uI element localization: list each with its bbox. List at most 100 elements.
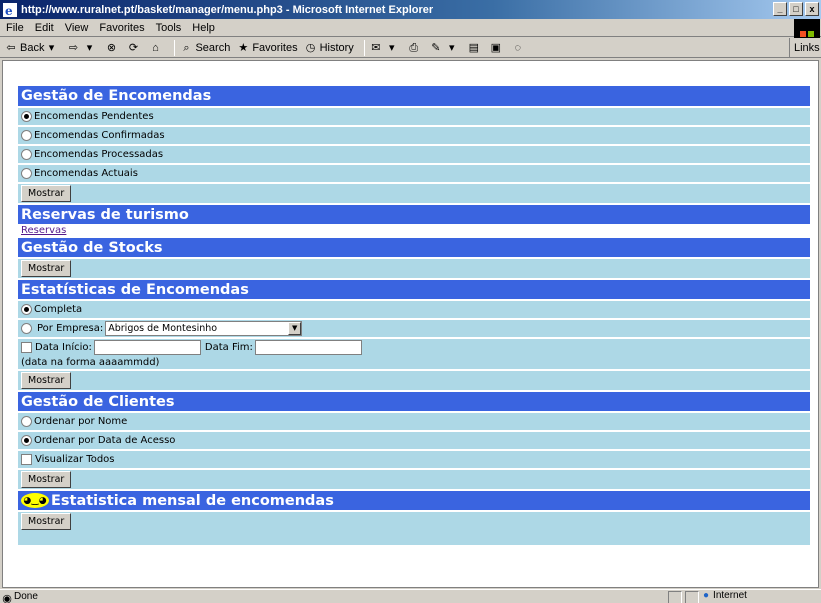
- favorites-label: Favorites: [252, 41, 298, 54]
- mail-button[interactable]: ✉ ▾: [369, 41, 401, 55]
- option-row[interactable]: Ordenar por Data de Acesso: [18, 432, 810, 449]
- history-label: History: [319, 41, 354, 54]
- menu-file[interactable]: File: [6, 22, 24, 34]
- dropdown-arrow-icon[interactable]: ▾: [44, 41, 58, 55]
- note-row: (data na forma aaaammdd): [18, 356, 810, 369]
- messenger-icon: ◌: [514, 41, 522, 54]
- radio-encomendas-confirmadas[interactable]: [21, 130, 32, 141]
- window-title-bar: e http://www.ruralnet.pt/basket/manager/…: [0, 0, 821, 19]
- maximize-button[interactable]: □: [789, 2, 803, 16]
- empresa-select[interactable]: Abrigos de Montesinho ▼: [105, 321, 303, 336]
- button-row: Mostrar: [18, 512, 810, 531]
- link-row: Reservas: [18, 224, 810, 236]
- mostrar-clientes-button[interactable]: Mostrar: [21, 471, 72, 488]
- back-button[interactable]: ⇦ Back ▾: [4, 41, 60, 55]
- mostrar-stocks-button[interactable]: Mostrar: [21, 260, 72, 277]
- section-title: Estatistica mensal de encomendas: [51, 492, 334, 509]
- data-inicio-input[interactable]: [93, 340, 201, 355]
- option-row[interactable]: Encomendas Pendentes: [18, 108, 810, 125]
- section-header-clientes: Gestão de Clientes: [18, 392, 810, 411]
- status-text: Done: [14, 591, 38, 602]
- edit-button[interactable]: ✎ ▾: [429, 41, 461, 55]
- messenger-button[interactable]: ◌: [511, 41, 527, 55]
- window-title: http://www.ruralnet.pt/basket/manager/me…: [21, 3, 434, 16]
- favorites-folder-icon: ★: [238, 41, 249, 54]
- radio-por-empresa[interactable]: [21, 323, 32, 334]
- option-row[interactable]: Por Empresa: Abrigos de Montesinho ▼: [18, 320, 810, 337]
- section-title: Gestão de Stocks: [21, 239, 163, 256]
- option-label: Por Empresa:: [37, 323, 104, 334]
- option-label: Encomendas Processadas: [34, 149, 164, 160]
- section-title: Estatísticas de Encomendas: [21, 281, 249, 298]
- forward-arrow-icon: ⇨: [68, 41, 79, 54]
- search-button[interactable]: ⌕ Search: [179, 41, 230, 55]
- links-label: Links: [794, 42, 820, 54]
- research-button[interactable]: ▣: [489, 41, 505, 55]
- menu-bar: File Edit View Favorites Tools Help: [0, 19, 821, 37]
- option-row[interactable]: Completa: [18, 301, 810, 318]
- radio-completa[interactable]: [21, 304, 32, 315]
- home-button[interactable]: ⌂: [148, 41, 164, 55]
- status-bar: ◉ Done ● Internet: [0, 589, 821, 603]
- section-title: Reservas de turismo: [21, 206, 189, 223]
- svg-text:e: e: [5, 4, 13, 17]
- forward-button[interactable]: ⇨ ▾: [66, 41, 98, 55]
- page-content: Gestão de Encomendas Encomendas Pendente…: [2, 60, 819, 588]
- radio-ordenar-nome[interactable]: [21, 416, 32, 427]
- history-button[interactable]: ◷ History: [304, 41, 354, 55]
- radio-ordenar-data-acesso[interactable]: [21, 435, 32, 446]
- print-icon: ⎙: [409, 41, 419, 54]
- option-label: Ordenar por Nome: [34, 416, 128, 427]
- refresh-button[interactable]: ⟳: [126, 41, 142, 55]
- option-label: Completa: [34, 304, 83, 315]
- option-label: Ordenar por Data de Acesso: [34, 435, 176, 446]
- refresh-icon: ⟳: [128, 41, 139, 54]
- mostrar-encomendas-button[interactable]: Mostrar: [21, 185, 72, 202]
- reservas-link[interactable]: Reservas: [21, 225, 66, 236]
- option-row[interactable]: Ordenar por Nome: [18, 413, 810, 430]
- menu-view[interactable]: View: [65, 22, 89, 34]
- radio-encomendas-pendentes[interactable]: [21, 111, 32, 122]
- discuss-button[interactable]: ▤: [467, 41, 483, 55]
- button-row: Mostrar: [18, 371, 810, 390]
- menu-edit[interactable]: Edit: [35, 22, 54, 34]
- status-cell: [668, 591, 682, 603]
- mostrar-estatisticas-button[interactable]: Mostrar: [21, 372, 72, 389]
- date-range-row: Data Início: Data Fim:: [18, 339, 810, 356]
- menu-help[interactable]: Help: [192, 22, 215, 34]
- option-row[interactable]: Visualizar Todos: [18, 451, 810, 468]
- mostrar-mensal-button[interactable]: Mostrar: [21, 513, 72, 530]
- option-row[interactable]: Encomendas Confirmadas: [18, 127, 810, 144]
- option-row[interactable]: Encomendas Actuais: [18, 165, 810, 182]
- menu-tools[interactable]: Tools: [156, 22, 182, 34]
- close-button[interactable]: x: [805, 2, 819, 16]
- radio-encomendas-actuais[interactable]: [21, 168, 32, 179]
- minimize-button[interactable]: _: [773, 2, 787, 16]
- option-row[interactable]: Encomendas Processadas: [18, 146, 810, 163]
- stop-icon: ⊗: [106, 41, 117, 54]
- section-header-turismo: Reservas de turismo: [18, 205, 810, 224]
- chevron-down-icon[interactable]: ▼: [288, 322, 302, 335]
- section-header-encomendas: Gestão de Encomendas: [18, 86, 810, 106]
- date-filter-checkbox[interactable]: [21, 342, 32, 353]
- toolbar-separator: [363, 39, 365, 56]
- back-arrow-icon: ⇦: [6, 41, 16, 54]
- print-button[interactable]: ⎙: [407, 41, 423, 55]
- radio-encomendas-processadas[interactable]: [21, 149, 32, 160]
- dropdown-arrow-icon[interactable]: ▾: [445, 41, 459, 55]
- visualizar-todos-checkbox[interactable]: [21, 454, 32, 465]
- data-inicio-label: Data Início:: [35, 342, 92, 353]
- status-cell: [685, 591, 699, 603]
- dropdown-arrow-icon[interactable]: ▾: [82, 41, 96, 55]
- favorites-button[interactable]: ★ Favorites: [236, 41, 297, 55]
- dropdown-arrow-icon[interactable]: ▾: [385, 41, 399, 55]
- discuss-icon: ▤: [468, 41, 480, 54]
- smiley-icon: ◕‿◕: [21, 493, 49, 508]
- section-header-estatisticas: Estatísticas de Encomendas: [18, 280, 810, 299]
- menu-favorites[interactable]: Favorites: [99, 22, 144, 34]
- mail-icon: ✉: [371, 41, 381, 54]
- toolbar-separator: [174, 39, 176, 56]
- links-bar[interactable]: Links: [789, 38, 821, 58]
- data-fim-input[interactable]: [254, 340, 362, 355]
- stop-button[interactable]: ⊗: [104, 41, 120, 55]
